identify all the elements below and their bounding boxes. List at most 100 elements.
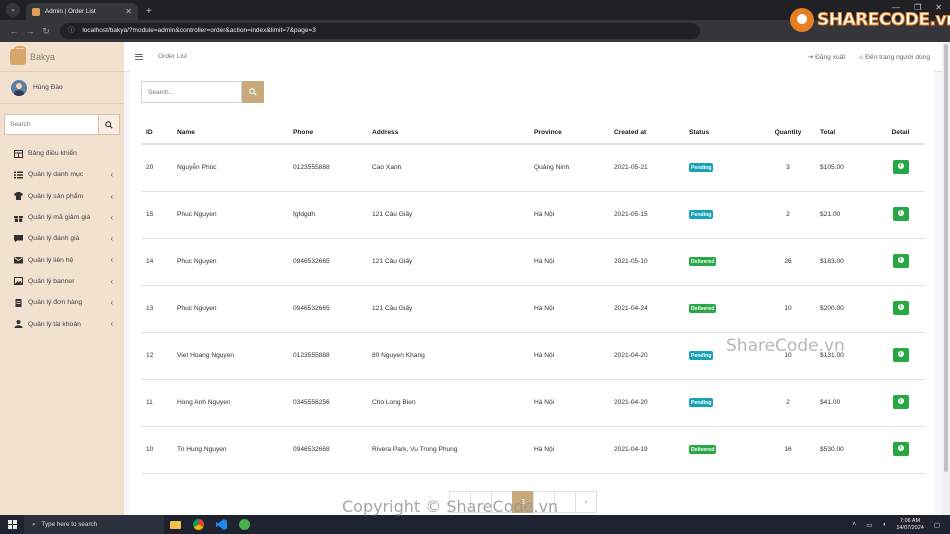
network-icon[interactable]: ▭: [866, 521, 872, 529]
status-badge: Pending: [689, 210, 714, 219]
sidebar-item-2[interactable]: Quản lý danh mục ‹: [0, 164, 124, 185]
breadcrumb[interactable]: Order List: [158, 53, 187, 60]
cell-address: Cao Xanh: [367, 144, 529, 192]
cell-created: 2021-05-21: [609, 144, 684, 192]
cell-id: 11: [141, 379, 172, 427]
sidebar-item-9[interactable]: Quản lý tài khoản ‹: [0, 313, 124, 334]
file-explorer-icon[interactable]: [164, 515, 187, 534]
cell-total: $200.00: [815, 285, 876, 333]
chevron-left-icon: ‹: [110, 298, 113, 308]
reload-icon[interactable]: ↻: [38, 26, 54, 37]
sidebar-search-input[interactable]: [4, 114, 98, 135]
sidebar-item-6[interactable]: Quản lý liên hệ ‹: [0, 249, 124, 270]
sidebar-item-3[interactable]: Quản lý sản phẩm ‹: [0, 186, 124, 207]
page-button[interactable]: [470, 491, 492, 513]
sidebar-item-label: Quản lý banner: [28, 277, 75, 285]
detail-button[interactable]: [892, 253, 909, 268]
status-badge: Delivered: [689, 304, 717, 313]
tab-search-button[interactable]: ⌄: [6, 3, 20, 17]
page-button[interactable]: [554, 491, 576, 513]
cell-detail: [876, 238, 925, 286]
search-button[interactable]: [242, 81, 264, 103]
sidebar-search: [4, 114, 120, 135]
sidebar-item-8[interactable]: Quản lý đơn hàng ‹: [0, 292, 124, 313]
sidebar-item-5[interactable]: Quản lý đánh giá ‹: [0, 228, 124, 249]
user-panel[interactable]: Hùng Đào: [0, 72, 124, 104]
minimize-button[interactable]: —: [892, 3, 900, 12]
detail-button[interactable]: [892, 300, 909, 315]
favicon-icon: [32, 7, 40, 16]
table-row: 20 Nguyễn Phúc 0123555888 Cao Xanh Quảng Nin…: [141, 144, 925, 192]
cell-address: Rivera Park, Vu Trong Phung: [367, 426, 529, 474]
sidebar-search-button[interactable]: [98, 114, 120, 135]
new-tab-button[interactable]: +: [146, 6, 152, 17]
home-link[interactable]: ⌂ Đến trang người dùng: [859, 54, 930, 61]
clock-date: 14/07/2024: [896, 524, 924, 531]
clock-time: 7:06 AM: [899, 517, 921, 524]
detail-button[interactable]: [892, 441, 909, 456]
cell-name: Viet Hoang Nguyen: [172, 332, 288, 380]
forward-icon[interactable]: →: [22, 26, 38, 36]
sidebar-item-7[interactable]: Quản lý banner ‹: [0, 271, 124, 292]
chevron-up-icon[interactable]: ˄: [852, 521, 856, 528]
site-info-icon[interactable]: ⓘ: [68, 27, 75, 34]
detail-button[interactable]: [892, 206, 909, 221]
back-icon[interactable]: ←: [6, 26, 22, 36]
list-icon: [14, 171, 23, 179]
sidebar-item-4[interactable]: Quản lý mã giảm giá ‹: [0, 207, 124, 228]
clock[interactable]: 7:06 AM 14/07/2024: [896, 518, 924, 532]
browser-tab[interactable]: Admin | Order List ✕: [26, 3, 138, 20]
node-app-icon[interactable]: [233, 515, 256, 534]
cell-name: Tri Hung Nguyen: [172, 426, 288, 474]
scrollbar-thumb[interactable]: [944, 44, 948, 472]
page-scrollbar[interactable]: [942, 42, 950, 515]
orders-table: ID Name Phone Address Province Created at Stat…: [141, 122, 925, 474]
notification-icon[interactable]: ▢: [934, 521, 940, 529]
status-badge: Pending: [689, 163, 714, 173]
cell-detail: [876, 191, 925, 239]
window-close-button[interactable]: ✕: [935, 3, 942, 12]
column-header: Name: [172, 122, 288, 145]
start-button[interactable]: [0, 515, 24, 534]
cell-total: $21.00: [815, 191, 876, 239]
address-bar: ← → ↻ ⓘ localhost/bakya/?module=admin&co…: [0, 20, 950, 42]
comment-icon: [14, 234, 23, 243]
cell-phone: 0946532665: [288, 238, 367, 286]
detail-button[interactable]: [892, 347, 909, 362]
chrome-icon[interactable]: [187, 515, 210, 534]
url-field[interactable]: ⓘ localhost/bakya/?module=admin&controll…: [60, 23, 700, 39]
cell-id: 12: [141, 332, 172, 380]
close-icon[interactable]: ✕: [125, 7, 132, 16]
hamburger-icon[interactable]: [135, 53, 143, 60]
cell-created: 2021-04-24: [609, 285, 684, 333]
logout-link[interactable]: ⇥ Đăng xuất: [808, 53, 846, 62]
page-active-button[interactable]: 3: [512, 491, 534, 513]
cell-status: Pending: [684, 144, 761, 192]
page-button[interactable]: [491, 491, 513, 513]
column-header: ID: [141, 122, 172, 145]
windows-icon: [7, 520, 17, 529]
page-next-button[interactable]: ›: [575, 491, 597, 513]
vscode-icon[interactable]: [210, 515, 233, 534]
sidebar-item-label: Quản lý sản phẩm: [28, 192, 84, 200]
table-row: 10 Tri Hung Nguyen 0946532668 Rivera Park, …: [141, 426, 925, 474]
cell-total: $183.00: [815, 238, 876, 286]
sidebar-item-label: Quản lý đơn hàng: [28, 299, 83, 307]
cell-province: Hà Nội: [529, 332, 609, 380]
column-header: Province: [529, 122, 609, 145]
cell-name: Phuc Nguyen: [172, 191, 288, 239]
order-search: [141, 81, 264, 103]
taskbar-search[interactable]: ⌕ Type here to search: [24, 515, 164, 534]
cell-phone: 0123555888: [288, 144, 367, 192]
page-button[interactable]: [533, 491, 555, 513]
page-prev-button[interactable]: [449, 491, 471, 513]
volume-icon[interactable]: ◖: [882, 521, 886, 528]
cell-qty: 26: [761, 238, 815, 286]
brand-link[interactable]: Bakya: [0, 42, 124, 72]
detail-button[interactable]: [892, 394, 909, 409]
tab-strip: ⌄ Admin | Order List ✕ +: [0, 0, 950, 20]
search-input[interactable]: [141, 81, 242, 103]
sidebar-item-1[interactable]: Bảng điều khiển: [0, 143, 124, 164]
maximize-button[interactable]: ❐: [914, 3, 921, 12]
detail-button[interactable]: [892, 159, 909, 174]
